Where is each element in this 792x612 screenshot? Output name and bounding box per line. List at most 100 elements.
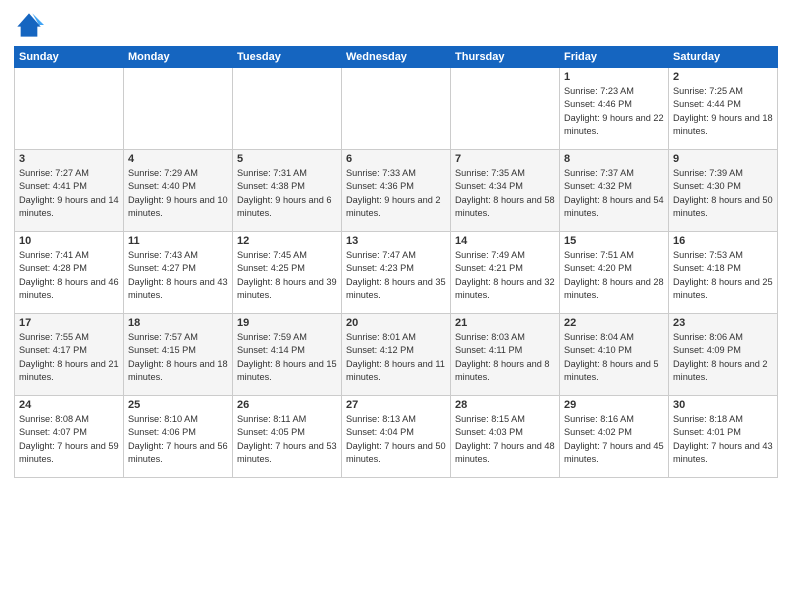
calendar-cell: 1 Sunrise: 7:23 AM Sunset: 4:46 PM Daylig… (560, 68, 669, 150)
day-info: Sunrise: 7:41 AM Sunset: 4:28 PM Dayligh… (19, 249, 119, 302)
calendar-cell: 7 Sunrise: 7:35 AM Sunset: 4:34 PM Daylig… (451, 150, 560, 232)
calendar-cell: 8 Sunrise: 7:37 AM Sunset: 4:32 PM Daylig… (560, 150, 669, 232)
day-header-thursday: Thursday (451, 47, 560, 68)
day-number: 25 (128, 399, 228, 411)
day-number: 12 (237, 235, 337, 247)
calendar-cell: 10 Sunrise: 7:41 AM Sunset: 4:28 PM Dayli… (15, 232, 124, 314)
day-number: 15 (564, 235, 664, 247)
day-info: Sunrise: 7:51 AM Sunset: 4:20 PM Dayligh… (564, 249, 664, 302)
calendar-week-4: 17Sunrise: 7:55 AM Sunset: 4:17 PM Dayli… (15, 314, 778, 396)
day-number: 26 (237, 399, 337, 411)
calendar-cell (15, 68, 124, 150)
day-info: Sunrise: 8:06 AM Sunset: 4:09 PM Dayligh… (673, 331, 773, 384)
day-info: Sunrise: 7:49 AM Sunset: 4:21 PM Dayligh… (455, 249, 555, 302)
calendar-cell: 18 Sunrise: 7:57 AM Sunset: 4:15 PM Dayli… (124, 314, 233, 396)
day-header-monday: Monday (124, 47, 233, 68)
calendar-cell: 19Sunrise: 7:59 AM Sunset: 4:14 PM Dayli… (233, 314, 342, 396)
day-number: 30 (673, 399, 773, 411)
header (14, 10, 778, 40)
calendar-cell: 22Sunrise: 8:04 AM Sunset: 4:10 PM Dayli… (560, 314, 669, 396)
calendar-cell: 24 Sunrise: 8:08 AM Sunset: 4:07 PM Dayli… (15, 396, 124, 478)
day-info: Sunrise: 8:01 AM Sunset: 4:12 PM Dayligh… (346, 331, 446, 384)
day-number: 17 (19, 317, 119, 329)
day-number: 1 (564, 71, 664, 83)
day-number: 8 (564, 153, 664, 165)
day-header-sunday: Sunday (15, 47, 124, 68)
day-number: 5 (237, 153, 337, 165)
day-info: Sunrise: 7:43 AM Sunset: 4:27 PM Dayligh… (128, 249, 228, 302)
calendar-cell: 5 Sunrise: 7:31 AM Sunset: 4:38 PM Daylig… (233, 150, 342, 232)
calendar-week-1: 1 Sunrise: 7:23 AM Sunset: 4:46 PM Daylig… (15, 68, 778, 150)
day-number: 21 (455, 317, 555, 329)
calendar-week-3: 10 Sunrise: 7:41 AM Sunset: 4:28 PM Dayli… (15, 232, 778, 314)
day-number: 24 (19, 399, 119, 411)
calendar-cell: 30 Sunrise: 8:18 AM Sunset: 4:01 PM Dayli… (669, 396, 778, 478)
calendar-cell: 13 Sunrise: 7:47 AM Sunset: 4:23 PM Dayli… (342, 232, 451, 314)
calendar-cell: 16 Sunrise: 7:53 AM Sunset: 4:18 PM Dayli… (669, 232, 778, 314)
day-number: 4 (128, 153, 228, 165)
day-info: Sunrise: 7:37 AM Sunset: 4:32 PM Dayligh… (564, 167, 664, 220)
calendar-cell: 26 Sunrise: 8:11 AM Sunset: 4:05 PM Dayli… (233, 396, 342, 478)
calendar-cell: 27Sunrise: 8:13 AM Sunset: 4:04 PM Dayli… (342, 396, 451, 478)
day-info: Sunrise: 8:08 AM Sunset: 4:07 PM Dayligh… (19, 413, 119, 466)
calendar-cell: 28Sunrise: 8:15 AM Sunset: 4:03 PM Dayli… (451, 396, 560, 478)
day-info: Sunrise: 7:57 AM Sunset: 4:15 PM Dayligh… (128, 331, 228, 384)
calendar-cell: 4 Sunrise: 7:29 AM Sunset: 4:40 PM Daylig… (124, 150, 233, 232)
day-number: 18 (128, 317, 228, 329)
day-info: Sunrise: 7:53 AM Sunset: 4:18 PM Dayligh… (673, 249, 773, 302)
calendar-cell: 14 Sunrise: 7:49 AM Sunset: 4:21 PM Dayli… (451, 232, 560, 314)
day-number: 13 (346, 235, 446, 247)
calendar-week-2: 3 Sunrise: 7:27 AM Sunset: 4:41 PM Daylig… (15, 150, 778, 232)
logo (14, 10, 48, 40)
day-info: Sunrise: 8:16 AM Sunset: 4:02 PM Dayligh… (564, 413, 664, 466)
day-info: Sunrise: 7:27 AM Sunset: 4:41 PM Dayligh… (19, 167, 119, 220)
day-number: 7 (455, 153, 555, 165)
page: SundayMondayTuesdayWednesdayThursdayFrid… (0, 0, 792, 612)
day-header-friday: Friday (560, 47, 669, 68)
day-info: Sunrise: 7:31 AM Sunset: 4:38 PM Dayligh… (237, 167, 337, 220)
day-info: Sunrise: 7:25 AM Sunset: 4:44 PM Dayligh… (673, 85, 773, 138)
day-number: 28 (455, 399, 555, 411)
day-info: Sunrise: 7:33 AM Sunset: 4:36 PM Dayligh… (346, 167, 446, 220)
calendar-cell: 9 Sunrise: 7:39 AM Sunset: 4:30 PM Daylig… (669, 150, 778, 232)
calendar-week-5: 24 Sunrise: 8:08 AM Sunset: 4:07 PM Dayli… (15, 396, 778, 478)
day-info: Sunrise: 7:23 AM Sunset: 4:46 PM Dayligh… (564, 85, 664, 138)
calendar-cell: 12 Sunrise: 7:45 AM Sunset: 4:25 PM Dayli… (233, 232, 342, 314)
calendar-cell: 2 Sunrise: 7:25 AM Sunset: 4:44 PM Daylig… (669, 68, 778, 150)
calendar-cell: 11 Sunrise: 7:43 AM Sunset: 4:27 PM Dayli… (124, 232, 233, 314)
calendar-cell (233, 68, 342, 150)
calendar-cell (451, 68, 560, 150)
calendar-header-row: SundayMondayTuesdayWednesdayThursdayFrid… (15, 47, 778, 68)
day-header-saturday: Saturday (669, 47, 778, 68)
day-info: Sunrise: 8:18 AM Sunset: 4:01 PM Dayligh… (673, 413, 773, 466)
day-number: 14 (455, 235, 555, 247)
day-number: 9 (673, 153, 773, 165)
day-number: 27 (346, 399, 446, 411)
day-info: Sunrise: 8:03 AM Sunset: 4:11 PM Dayligh… (455, 331, 555, 384)
day-number: 10 (19, 235, 119, 247)
calendar-cell: 3 Sunrise: 7:27 AM Sunset: 4:41 PM Daylig… (15, 150, 124, 232)
calendar-cell: 6Sunrise: 7:33 AM Sunset: 4:36 PM Daylig… (342, 150, 451, 232)
day-info: Sunrise: 7:45 AM Sunset: 4:25 PM Dayligh… (237, 249, 337, 302)
day-info: Sunrise: 7:29 AM Sunset: 4:40 PM Dayligh… (128, 167, 228, 220)
day-number: 11 (128, 235, 228, 247)
calendar-cell: 17Sunrise: 7:55 AM Sunset: 4:17 PM Dayli… (15, 314, 124, 396)
day-info: Sunrise: 8:11 AM Sunset: 4:05 PM Dayligh… (237, 413, 337, 466)
calendar-cell: 20 Sunrise: 8:01 AM Sunset: 4:12 PM Dayli… (342, 314, 451, 396)
day-number: 3 (19, 153, 119, 165)
calendar-cell: 25 Sunrise: 8:10 AM Sunset: 4:06 PM Dayli… (124, 396, 233, 478)
day-info: Sunrise: 7:39 AM Sunset: 4:30 PM Dayligh… (673, 167, 773, 220)
calendar-cell: 21 Sunrise: 8:03 AM Sunset: 4:11 PM Dayli… (451, 314, 560, 396)
calendar-cell: 15 Sunrise: 7:51 AM Sunset: 4:20 PM Dayli… (560, 232, 669, 314)
logo-icon (14, 10, 44, 40)
day-number: 23 (673, 317, 773, 329)
day-number: 20 (346, 317, 446, 329)
day-number: 2 (673, 71, 773, 83)
day-number: 16 (673, 235, 773, 247)
day-header-wednesday: Wednesday (342, 47, 451, 68)
day-info: Sunrise: 7:35 AM Sunset: 4:34 PM Dayligh… (455, 167, 555, 220)
day-info: Sunrise: 8:10 AM Sunset: 4:06 PM Dayligh… (128, 413, 228, 466)
day-number: 22 (564, 317, 664, 329)
calendar-cell: 23 Sunrise: 8:06 AM Sunset: 4:09 PM Dayli… (669, 314, 778, 396)
day-info: Sunrise: 7:47 AM Sunset: 4:23 PM Dayligh… (346, 249, 446, 302)
